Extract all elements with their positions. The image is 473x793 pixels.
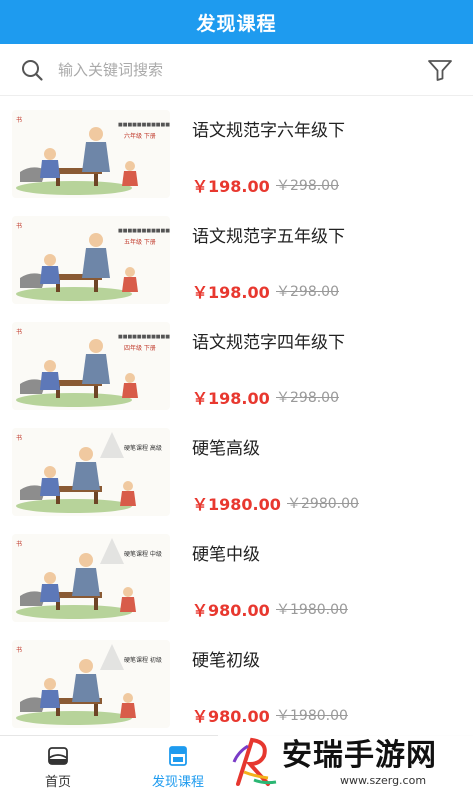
tab-home[interactable]: 首页: [18, 736, 98, 793]
course-title: 硬笔高级: [192, 439, 260, 459]
course-item[interactable]: 书 硬笔课程 高级 硬笔高级 ￥1980.00 ￥2980.00: [0, 418, 473, 524]
course-original-price: ￥2980.00: [287, 496, 359, 512]
course-thumbnail: 书 硬笔课程 中级: [12, 534, 170, 622]
title-bar: 发现课程: [0, 0, 473, 44]
watermark-text: 安瑞手游网: [282, 738, 437, 773]
course-price: ￥980.00: [192, 601, 270, 620]
svg-text:■■■■■■■■■■■■: ■■■■■■■■■■■■: [118, 334, 170, 340]
course-title: 语文规范字五年级下: [192, 227, 345, 247]
svg-text:书: 书: [16, 116, 22, 124]
course-item[interactable]: 书 ■■■■■■■■■■■■ 五年级 下册 语文规范字五年级下 ￥198.00 …: [0, 206, 473, 312]
course-title: 语文规范字六年级下: [192, 121, 345, 141]
site-watermark: 安瑞手游网 www.szerg.com: [218, 728, 473, 793]
tab-discover-label: 发现课程: [151, 775, 204, 790]
course-original-price: ￥1980.00: [276, 602, 348, 618]
course-thumbnail: 书 硬笔课程 高级: [12, 428, 170, 516]
svg-text:书: 书: [16, 646, 22, 654]
thumb-grade-tag: 五年级 下册: [124, 238, 156, 246]
tab-home-label: 首页: [44, 775, 71, 790]
course-list: 书 ■■■■■■■■■■■■ 六年级 下册 语文规范字六年级下 ￥198.00 …: [0, 100, 473, 734]
course-thumbnail: 书 ■■■■■■■■■■■■ 五年级 下册: [12, 216, 170, 304]
thumb-level-tag: 硬笔课程 中级: [124, 550, 162, 558]
course-price: ￥198.00: [192, 389, 270, 408]
course-price: ￥1980.00: [192, 495, 281, 514]
home-icon: [48, 747, 68, 765]
filter-icon[interactable]: [427, 58, 453, 82]
course-price: ￥198.00: [192, 177, 270, 196]
course-book-icon: [169, 746, 187, 766]
search-input[interactable]: [58, 56, 388, 84]
watermark-logo-icon: [232, 737, 277, 786]
course-original-price: ￥298.00: [276, 284, 339, 300]
thumb-grade-tag: 四年级 下册: [124, 344, 156, 352]
thumb-level-tag: 硬笔课程 高级: [124, 444, 162, 452]
course-price: ￥980.00: [192, 707, 270, 726]
svg-text:书: 书: [16, 540, 22, 548]
page-title: 发现课程: [196, 12, 277, 35]
course-title: 硬笔初级: [192, 651, 260, 671]
watermark-url: www.szerg.com: [340, 774, 427, 787]
svg-text:书: 书: [16, 434, 22, 442]
course-item[interactable]: 书 ■■■■■■■■■■■■ 六年级 下册 语文规范字六年级下 ￥198.00 …: [0, 100, 473, 206]
svg-text:■■■■■■■■■■■■: ■■■■■■■■■■■■: [118, 122, 170, 128]
course-thumbnail: 书 硬笔课程 初级: [12, 640, 170, 728]
course-original-price: ￥298.00: [276, 178, 339, 194]
course-thumbnail: 书 ■■■■■■■■■■■■ 四年级 下册: [12, 322, 170, 410]
course-original-price: ￥298.00: [276, 390, 339, 406]
course-item[interactable]: 书 硬笔课程 中级 硬笔中级 ￥980.00 ￥1980.00: [0, 524, 473, 630]
course-title: 语文规范字四年级下: [192, 333, 345, 353]
thumb-grade-tag: 六年级 下册: [124, 132, 156, 140]
svg-text:书: 书: [16, 328, 22, 336]
svg-text:■■■■■■■■■■■■: ■■■■■■■■■■■■: [118, 228, 170, 234]
course-price: ￥198.00: [192, 283, 270, 302]
course-original-price: ￥1980.00: [276, 708, 348, 724]
search-bar: [0, 44, 473, 96]
svg-text:书: 书: [16, 222, 22, 230]
course-title: 硬笔中级: [192, 545, 260, 565]
search-icon[interactable]: [20, 58, 44, 82]
tab-discover-courses[interactable]: 发现课程: [138, 736, 218, 793]
course-item[interactable]: 书 ■■■■■■■■■■■■ 四年级 下册 语文规范字四年级下 ￥198.00 …: [0, 312, 473, 418]
thumb-level-tag: 硬笔课程 初级: [124, 656, 162, 664]
course-thumbnail: 书 ■■■■■■■■■■■■ 六年级 下册: [12, 110, 170, 198]
course-item[interactable]: 书 硬笔课程 初级 硬笔初级 ￥980.00 ￥1980.00: [0, 630, 473, 734]
